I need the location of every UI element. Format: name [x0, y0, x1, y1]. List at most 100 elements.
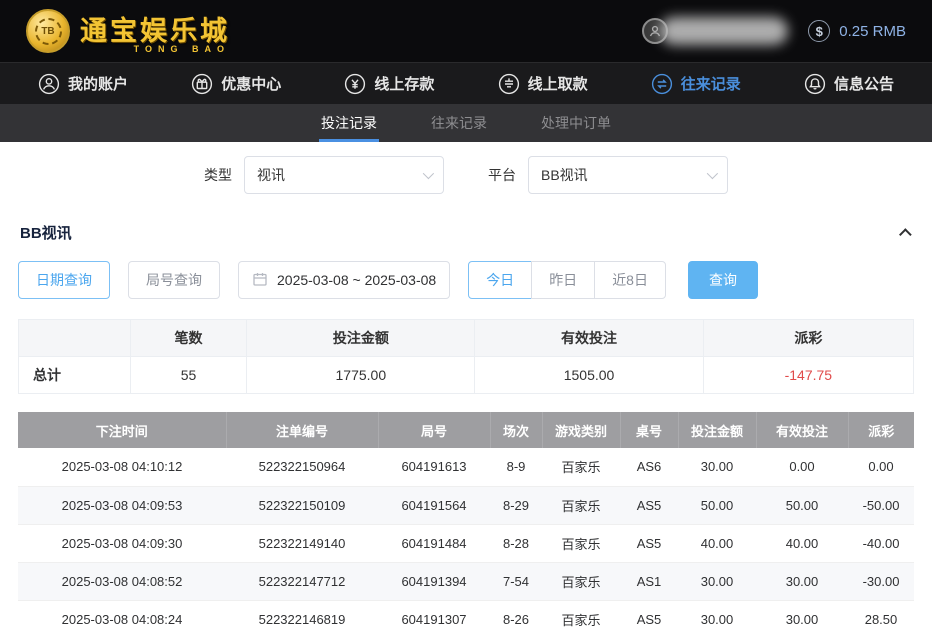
- cell-round-id: 604191394: [378, 562, 490, 600]
- cell-game-type: 百家乐: [542, 486, 620, 524]
- cell-bet-amount-link[interactable]: 50.00: [678, 486, 756, 524]
- cell-payout: -40.00: [848, 524, 914, 562]
- cell-order-id: 522322150109: [226, 486, 378, 524]
- cell-session: 7-54: [490, 562, 542, 600]
- cell-valid-bet: 50.00: [756, 486, 848, 524]
- cell-bet-time: 2025-03-08 04:08:52: [18, 562, 226, 600]
- top-header: TB 通宝娱乐城 TONG BAO $ 0.25 RMB: [0, 0, 932, 62]
- nav-item-promotions[interactable]: 优惠中心: [191, 73, 281, 95]
- nav-item-records[interactable]: 往来记录: [651, 73, 741, 95]
- brand-subtitle: TONG BAO: [134, 44, 230, 54]
- query-toolbar: 日期查询 局号查询 2025-03-08 ~ 2025-03-08 今日 昨日 …: [0, 261, 932, 299]
- gift-icon: [191, 73, 213, 95]
- quick-range-group: 今日 昨日 近8日: [468, 261, 666, 299]
- balance-amount: 0.25 RMB: [839, 23, 906, 40]
- summary-valid-bet-value: 1505.00: [475, 357, 703, 394]
- col-payout: 派彩: [848, 412, 914, 448]
- cell-table-no: AS5: [620, 486, 678, 524]
- section-head: BB视讯: [0, 222, 932, 243]
- table-row: 2025-03-08 04:09:30 522322149140 6041914…: [18, 524, 914, 562]
- summary-header-payout: 派彩: [703, 320, 913, 357]
- collapse-chevron-up-icon[interactable]: [899, 228, 912, 241]
- cell-table-no: AS5: [620, 524, 678, 562]
- cell-game-type: 百家乐: [542, 562, 620, 600]
- cell-game-type: 百家乐: [542, 524, 620, 562]
- cell-order-id: 522322146819: [226, 600, 378, 633]
- summary-header-empty: [19, 320, 131, 357]
- user-account-area[interactable]: [642, 14, 788, 48]
- cell-session: 8-26: [490, 600, 542, 633]
- cell-round-id: 604191484: [378, 524, 490, 562]
- nav-item-label: 我的账户: [68, 73, 128, 94]
- cell-valid-bet: 0.00: [756, 448, 848, 486]
- table-row: 2025-03-08 04:08:24 522322146819 6041913…: [18, 600, 914, 633]
- cell-order-id: 522322147712: [226, 562, 378, 600]
- brand-logo[interactable]: TB 通宝娱乐城 TONG BAO: [26, 9, 230, 54]
- type-select-value: 视讯: [257, 165, 285, 185]
- cell-bet-time: 2025-03-08 04:08:24: [18, 600, 226, 633]
- col-round-id: 局号: [378, 412, 490, 448]
- cell-game-type: 百家乐: [542, 448, 620, 486]
- nav-item-label: 往来记录: [681, 73, 741, 94]
- summary-payout-value: -147.75: [703, 357, 913, 394]
- bet-records-table-wrap: 下注时间 注单编号 局号 场次 游戏类别 桌号 投注金额 有效投注 派彩 202…: [0, 412, 932, 633]
- cell-bet-amount-link[interactable]: 30.00: [678, 562, 756, 600]
- search-button[interactable]: 查询: [688, 261, 758, 299]
- nav-item-announcements[interactable]: 信息公告: [804, 73, 894, 95]
- cell-session: 8-29: [490, 486, 542, 524]
- tab-transfer-records[interactable]: 往来记录: [429, 104, 489, 142]
- user-icon: [38, 73, 60, 95]
- col-table-no: 桌号: [620, 412, 678, 448]
- cell-order-id: 522322149140: [226, 524, 378, 562]
- yesterday-button[interactable]: 昨日: [531, 261, 595, 299]
- cell-round-id: 604191564: [378, 486, 490, 524]
- cell-bet-time: 2025-03-08 04:09:30: [18, 524, 226, 562]
- nav-item-my-account[interactable]: 我的账户: [38, 73, 128, 95]
- deposit-coin-icon: [344, 73, 366, 95]
- platform-select[interactable]: BB视讯: [528, 156, 728, 194]
- cell-table-no: AS1: [620, 562, 678, 600]
- nav-item-deposit[interactable]: 线上存款: [344, 73, 434, 95]
- cell-valid-bet: 30.00: [756, 600, 848, 633]
- summary-header-row: 笔数 投注金额 有效投注 派彩: [19, 320, 914, 357]
- cell-game-type: 百家乐: [542, 600, 620, 633]
- nav-item-label: 线上取款: [528, 73, 588, 94]
- today-button[interactable]: 今日: [468, 261, 532, 299]
- sub-nav: 投注记录 往来记录 处理中订单: [0, 104, 932, 142]
- type-select[interactable]: 视讯: [244, 156, 444, 194]
- summary-header-valid-bet: 有效投注: [475, 320, 703, 357]
- nav-item-label: 优惠中心: [221, 73, 281, 94]
- redacted-username: [660, 17, 788, 45]
- brand-title: 通宝娱乐城: [80, 9, 230, 48]
- cell-valid-bet: 30.00: [756, 562, 848, 600]
- bet-records-table: 下注时间 注单编号 局号 场次 游戏类别 桌号 投注金额 有效投注 派彩 202…: [18, 412, 914, 633]
- cell-bet-amount-link[interactable]: 30.00: [678, 600, 756, 633]
- nav-item-withdraw[interactable]: 线上取款: [498, 73, 588, 95]
- cell-table-no: AS6: [620, 448, 678, 486]
- cell-payout: 0.00: [848, 448, 914, 486]
- cell-valid-bet: 40.00: [756, 524, 848, 562]
- casino-chip-icon: TB: [26, 9, 70, 53]
- cell-bet-amount-link[interactable]: 30.00: [678, 448, 756, 486]
- balance-display[interactable]: $ 0.25 RMB: [808, 20, 906, 42]
- col-session: 场次: [490, 412, 542, 448]
- filter-row: 类型 视讯 平台 BB视讯: [0, 156, 932, 194]
- col-bet-amount: 投注金额: [678, 412, 756, 448]
- tab-bet-records[interactable]: 投注记录: [319, 104, 379, 142]
- cell-payout: -30.00: [848, 562, 914, 600]
- platform-filter-label: 平台: [488, 165, 516, 185]
- summary-total-label: 总计: [19, 357, 131, 394]
- summary-bet-amount-value: 1775.00: [247, 357, 475, 394]
- cell-bet-amount-link[interactable]: 40.00: [678, 524, 756, 562]
- date-query-button[interactable]: 日期查询: [18, 261, 110, 299]
- chip-badge-label: TB: [35, 18, 62, 45]
- main-nav: 我的账户 优惠中心 线上存款 线上取款: [0, 62, 932, 104]
- tab-pending-orders[interactable]: 处理中订单: [539, 104, 613, 142]
- date-range-input[interactable]: 2025-03-08 ~ 2025-03-08: [238, 261, 450, 299]
- summary-header-bet-amount: 投注金额: [247, 320, 475, 357]
- table-header-row: 下注时间 注单编号 局号 场次 游戏类别 桌号 投注金额 有效投注 派彩: [18, 412, 914, 448]
- round-query-button[interactable]: 局号查询: [128, 261, 220, 299]
- table-row: 2025-03-08 04:10:12 522322150964 6041916…: [18, 448, 914, 486]
- summary-table: 笔数 投注金额 有效投注 派彩 总计 55 1775.00 1505.00 -1…: [18, 319, 914, 394]
- last-8-days-button[interactable]: 近8日: [594, 261, 666, 299]
